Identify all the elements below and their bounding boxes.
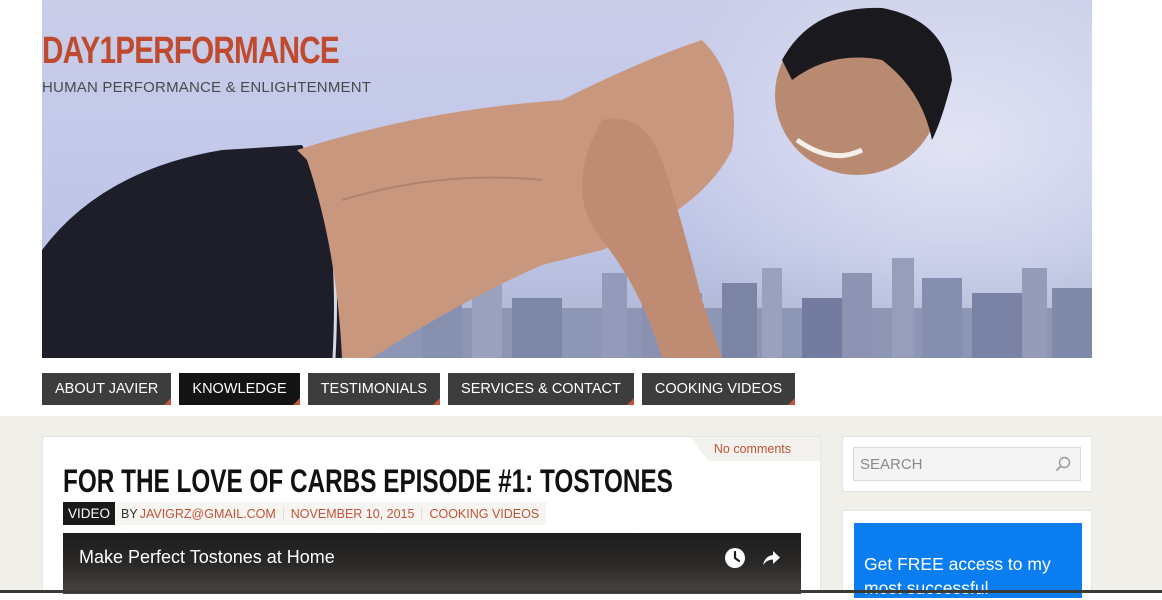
post-format-badge[interactable]: VIDEO [63, 502, 116, 525]
watch-later-icon[interactable] [724, 547, 746, 569]
post-author-link[interactable]: JAVIGRZ@GMAIL.COM [140, 506, 284, 521]
nav-item-testimonials[interactable]: TESTIMONIALS [307, 373, 441, 405]
nav-item-about-javier[interactable]: ABOUT JAVIER [42, 373, 172, 405]
post-meta-group: BY JAVIGRZ@GMAIL.COM NOVEMBER 10, 2015 C… [115, 502, 547, 525]
promo-widget: Get FREE access to my most successful [842, 510, 1092, 598]
post-date-link[interactable]: NOVEMBER 10, 2015 [284, 506, 423, 521]
nav-item-knowledge[interactable]: KNOWLEDGE [179, 373, 300, 405]
nav-item-services-contact[interactable]: SERVICES & CONTACT [448, 373, 634, 405]
search-input[interactable] [853, 447, 1081, 481]
comments-link[interactable]: No comments [714, 442, 791, 456]
free-access-promo[interactable]: Get FREE access to my most successful [854, 523, 1082, 598]
post-title[interactable]: FOR THE LOVE OF CARBS EPISODE #1: TOSTON… [63, 463, 673, 500]
post-card: No comments FOR THE LOVE OF CARBS EPISOD… [42, 436, 821, 594]
site-tagline: HUMAN PERFORMANCE & ENLIGHTENMENT [42, 79, 372, 96]
video-title[interactable]: Make Perfect Tostones at Home [79, 547, 335, 568]
site-logo[interactable]: DAY1PERFORMANCE [42, 30, 340, 73]
search-widget [842, 436, 1092, 492]
nav-item-cooking-videos[interactable]: COOKING VIDEOS [641, 373, 796, 405]
meta-by-label: BY [121, 506, 138, 521]
post-meta: VIDEO BY JAVIGRZ@GMAIL.COM NOVEMBER 10, … [63, 502, 547, 525]
main-navigation: ABOUT JAVIER KNOWLEDGE TESTIMONIALS SERV… [42, 373, 803, 405]
video-player[interactable]: Make Perfect Tostones at Home [63, 533, 801, 594]
share-icon[interactable] [760, 547, 782, 569]
post-category-link[interactable]: COOKING VIDEOS [422, 507, 546, 521]
header-banner: DAY1PERFORMANCE HUMAN PERFORMANCE & ENLI… [42, 0, 1092, 358]
search-icon[interactable] [1055, 456, 1071, 472]
